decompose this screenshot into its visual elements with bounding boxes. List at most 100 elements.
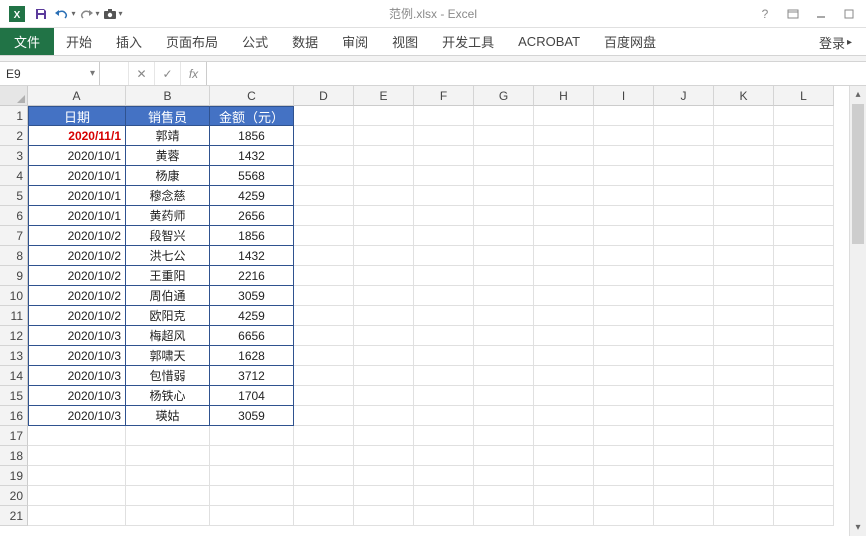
row-header[interactable]: 17 bbox=[0, 426, 28, 446]
empty-cell[interactable] bbox=[714, 486, 774, 506]
empty-cell[interactable] bbox=[594, 506, 654, 526]
empty-cell[interactable] bbox=[354, 326, 414, 346]
row-header[interactable]: 4 bbox=[0, 166, 28, 186]
ribbon-tab-formulas[interactable]: 公式 bbox=[230, 28, 280, 55]
empty-cell[interactable] bbox=[210, 446, 294, 466]
row-header[interactable]: 5 bbox=[0, 186, 28, 206]
table-cell[interactable]: 杨康 bbox=[126, 166, 210, 186]
empty-cell[interactable] bbox=[28, 486, 126, 506]
empty-cell[interactable] bbox=[294, 186, 354, 206]
empty-cell[interactable] bbox=[594, 126, 654, 146]
empty-cell[interactable] bbox=[594, 466, 654, 486]
table-cell[interactable]: 洪七公 bbox=[126, 246, 210, 266]
table-cell[interactable]: 2020/10/3 bbox=[28, 386, 126, 406]
empty-cell[interactable] bbox=[354, 146, 414, 166]
empty-cell[interactable] bbox=[534, 286, 594, 306]
empty-cell[interactable] bbox=[354, 446, 414, 466]
empty-cell[interactable] bbox=[594, 306, 654, 326]
empty-cell[interactable] bbox=[774, 426, 834, 446]
save-icon[interactable] bbox=[30, 3, 52, 25]
empty-cell[interactable] bbox=[474, 426, 534, 446]
table-cell[interactable]: 6656 bbox=[210, 326, 294, 346]
empty-cell[interactable] bbox=[354, 206, 414, 226]
empty-cell[interactable] bbox=[534, 386, 594, 406]
empty-cell[interactable] bbox=[294, 346, 354, 366]
empty-cell[interactable] bbox=[354, 126, 414, 146]
redo-icon[interactable]: ▾ bbox=[78, 3, 100, 25]
empty-cell[interactable] bbox=[294, 126, 354, 146]
ribbon-tab-developer[interactable]: 开发工具 bbox=[430, 28, 506, 55]
empty-cell[interactable] bbox=[654, 446, 714, 466]
empty-cell[interactable] bbox=[654, 326, 714, 346]
empty-cell[interactable] bbox=[654, 386, 714, 406]
help-icon[interactable]: ? bbox=[754, 5, 776, 23]
empty-cell[interactable] bbox=[594, 346, 654, 366]
empty-cell[interactable] bbox=[654, 186, 714, 206]
table-cell[interactable]: 王重阳 bbox=[126, 266, 210, 286]
column-header-D[interactable]: D bbox=[294, 86, 354, 106]
enter-icon[interactable]: ✓ bbox=[154, 62, 180, 85]
empty-cell[interactable] bbox=[474, 226, 534, 246]
empty-cell[interactable] bbox=[354, 106, 414, 126]
table-cell[interactable]: 瑛姑 bbox=[126, 406, 210, 426]
column-header-I[interactable]: I bbox=[594, 86, 654, 106]
empty-cell[interactable] bbox=[774, 126, 834, 146]
scroll-down-icon[interactable]: ▾ bbox=[850, 519, 866, 536]
empty-cell[interactable] bbox=[210, 486, 294, 506]
column-header-H[interactable]: H bbox=[534, 86, 594, 106]
empty-cell[interactable] bbox=[714, 466, 774, 486]
table-cell[interactable]: 2020/10/1 bbox=[28, 166, 126, 186]
column-header-G[interactable]: G bbox=[474, 86, 534, 106]
empty-cell[interactable] bbox=[354, 426, 414, 446]
empty-cell[interactable] bbox=[474, 406, 534, 426]
empty-cell[interactable] bbox=[354, 386, 414, 406]
empty-cell[interactable] bbox=[414, 386, 474, 406]
empty-cell[interactable] bbox=[354, 226, 414, 246]
empty-cell[interactable] bbox=[594, 146, 654, 166]
table-cell[interactable]: 2656 bbox=[210, 206, 294, 226]
empty-cell[interactable] bbox=[774, 446, 834, 466]
empty-cell[interactable] bbox=[414, 306, 474, 326]
empty-cell[interactable] bbox=[474, 486, 534, 506]
ribbon-display-icon[interactable] bbox=[782, 5, 804, 23]
empty-cell[interactable] bbox=[414, 286, 474, 306]
empty-cell[interactable] bbox=[534, 486, 594, 506]
empty-cell[interactable] bbox=[414, 426, 474, 446]
table-cell[interactable]: 包惜弱 bbox=[126, 366, 210, 386]
empty-cell[interactable] bbox=[534, 406, 594, 426]
row-header[interactable]: 20 bbox=[0, 486, 28, 506]
empty-cell[interactable] bbox=[354, 186, 414, 206]
empty-cell[interactable] bbox=[414, 326, 474, 346]
table-cell[interactable]: 郭靖 bbox=[126, 126, 210, 146]
empty-cell[interactable] bbox=[654, 406, 714, 426]
table-cell[interactable]: 3059 bbox=[210, 406, 294, 426]
table-cell[interactable]: 2020/10/1 bbox=[28, 146, 126, 166]
camera-icon[interactable]: ▾ bbox=[102, 3, 124, 25]
row-header[interactable]: 7 bbox=[0, 226, 28, 246]
table-cell[interactable]: 1432 bbox=[210, 246, 294, 266]
empty-cell[interactable] bbox=[714, 406, 774, 426]
empty-cell[interactable] bbox=[126, 506, 210, 526]
table-cell[interactable]: 2216 bbox=[210, 266, 294, 286]
empty-cell[interactable] bbox=[474, 346, 534, 366]
empty-cell[interactable] bbox=[714, 266, 774, 286]
empty-cell[interactable] bbox=[534, 146, 594, 166]
empty-cell[interactable] bbox=[594, 206, 654, 226]
table-cell[interactable]: 欧阳克 bbox=[126, 306, 210, 326]
empty-cell[interactable] bbox=[714, 386, 774, 406]
empty-cell[interactable] bbox=[414, 366, 474, 386]
maximize-icon[interactable] bbox=[838, 5, 860, 23]
empty-cell[interactable] bbox=[534, 326, 594, 346]
select-all-corner[interactable] bbox=[0, 86, 28, 106]
column-header-A[interactable]: A bbox=[28, 86, 126, 106]
empty-cell[interactable] bbox=[534, 126, 594, 146]
empty-cell[interactable] bbox=[714, 346, 774, 366]
empty-cell[interactable] bbox=[594, 246, 654, 266]
empty-cell[interactable] bbox=[534, 226, 594, 246]
table-cell[interactable]: 2020/10/2 bbox=[28, 226, 126, 246]
empty-cell[interactable] bbox=[414, 166, 474, 186]
ribbon-tab-pagelayout[interactable]: 页面布局 bbox=[154, 28, 230, 55]
empty-cell[interactable] bbox=[774, 326, 834, 346]
empty-cell[interactable] bbox=[294, 146, 354, 166]
empty-cell[interactable] bbox=[294, 106, 354, 126]
